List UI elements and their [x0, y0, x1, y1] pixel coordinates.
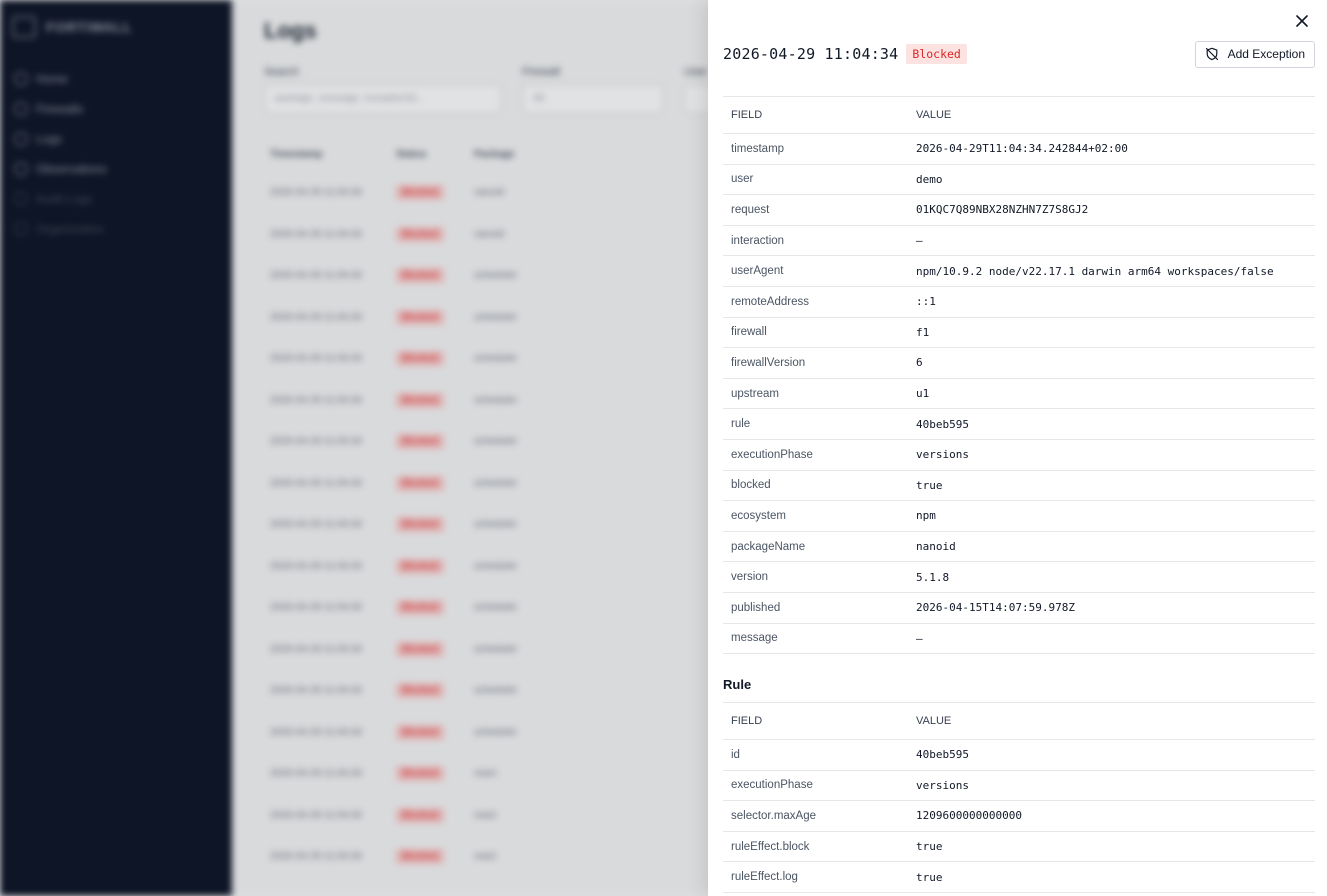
- log-fields-body: timestamp 2026-04-29T11:04:34.242844+02:0…: [723, 133, 1315, 655]
- field-value: true: [908, 831, 1315, 863]
- field-name: message: [723, 623, 908, 655]
- table-row: selector.maxAge 1209600000000000: [723, 800, 1315, 832]
- table-row: remoteAddress::1: [723, 286, 1315, 318]
- field-name: blocked: [723, 470, 908, 502]
- field-value: true: [908, 861, 1315, 893]
- field-name: ruleEffect.log: [723, 861, 908, 893]
- table-row: message –: [723, 623, 1315, 655]
- field-value: 40beb595: [908, 408, 1315, 440]
- column-header-field: FIELD: [723, 96, 908, 134]
- add-exception-button[interactable]: Add Exception: [1194, 40, 1315, 68]
- field-value: 01KQC7Q89NBX28NZHN7Z7S8GJ2: [908, 194, 1315, 226]
- rule-section-title: Rule: [723, 677, 752, 692]
- field-name: rule: [723, 408, 908, 440]
- field-name: user: [723, 164, 908, 196]
- field-name: request: [723, 194, 908, 226]
- field-name: ecosystem: [723, 500, 908, 532]
- field-name: packageName: [723, 531, 908, 563]
- table-row: executionPhase versions: [723, 439, 1315, 471]
- field-value: 2026-04-29T11:04:34.242844+02:00: [908, 133, 1315, 165]
- table-row: id 40beb595: [723, 739, 1315, 771]
- field-value: u1: [908, 378, 1315, 410]
- field-value: 1209600000000000: [908, 800, 1315, 832]
- field-value: f1: [908, 317, 1315, 349]
- close-icon: [1296, 15, 1308, 27]
- column-header-value: VALUE: [908, 96, 1315, 134]
- rule-fields-table: FIELD VALUE id 40beb595 executionPhase vers…: [723, 702, 1315, 893]
- table-row: firewall f1: [723, 317, 1315, 349]
- table-row: published 2026-04-15T14:07:59.978Z: [723, 592, 1315, 624]
- field-value: npm: [908, 500, 1315, 532]
- table-row: rule 40beb595: [723, 408, 1315, 440]
- shield-off-icon: [1205, 47, 1218, 61]
- field-value: true: [908, 470, 1315, 502]
- field-value: 40beb595: [908, 739, 1315, 771]
- field-value: ::1: [908, 286, 1315, 318]
- overlay-scrim[interactable]: [0, 0, 708, 896]
- drawer-title: 2026-04-29 11:04:34: [723, 45, 899, 63]
- table-row: ruleEffect.block true: [723, 831, 1315, 863]
- field-value: versions: [908, 770, 1315, 802]
- column-header-value: VALUE: [908, 702, 1315, 740]
- rule-fields-body: id 40beb595 executionPhase versions selector…: [723, 739, 1315, 893]
- table-row: request 01KQC7Q89NBX28NZHN7Z7S8GJ2: [723, 194, 1315, 226]
- field-value: nanoid: [908, 531, 1315, 563]
- table-row: timestamp 2026-04-29T11:04:34.242844+02:0…: [723, 133, 1315, 165]
- table-row: executionPhase versions: [723, 770, 1315, 802]
- field-value: –: [908, 623, 1315, 655]
- field-value: versions: [908, 439, 1315, 471]
- field-name: id: [723, 739, 908, 771]
- field-name: executionPhase: [723, 439, 908, 471]
- table-row: upstream u1: [723, 378, 1315, 410]
- log-detail-drawer: 2026-04-29 11:04:34 Blocked Add Exceptio…: [708, 0, 1327, 896]
- field-value: demo: [908, 164, 1315, 196]
- column-header-field: FIELD: [723, 702, 908, 740]
- add-exception-label: Add Exception: [1227, 47, 1305, 61]
- drawer-header: 2026-04-29 11:04:34 Blocked Add Exceptio…: [723, 40, 1315, 68]
- table-header-row: FIELD VALUE: [723, 702, 1315, 740]
- table-row: interaction –: [723, 225, 1315, 257]
- table-row: user demo: [723, 164, 1315, 196]
- field-name: upstream: [723, 378, 908, 410]
- table-header-row: FIELD VALUE: [723, 96, 1315, 134]
- field-name: userAgent: [723, 255, 908, 287]
- field-name: selector.maxAge: [723, 800, 908, 832]
- status-badge: Blocked: [906, 44, 967, 64]
- field-name: executionPhase: [723, 770, 908, 802]
- field-value: 5.1.8: [908, 561, 1315, 593]
- field-name: firewallVersion: [723, 347, 908, 379]
- field-name: version: [723, 561, 908, 593]
- table-row: ruleEffect.log true: [723, 861, 1315, 893]
- field-value: npm/10.9.2 node/v22.17.1 darwin arm64 wo…: [908, 255, 1315, 287]
- table-row: packageName nanoid: [723, 531, 1315, 563]
- field-name: ruleEffect.block: [723, 831, 908, 863]
- field-value: 6: [908, 347, 1315, 379]
- table-row: firewallVersion 6: [723, 347, 1315, 379]
- field-name: interaction: [723, 225, 908, 257]
- table-row: version 5.1.8: [723, 561, 1315, 593]
- field-name: remoteAddress: [723, 286, 908, 318]
- close-button[interactable]: [1293, 12, 1311, 30]
- table-row: ecosystem npm: [723, 500, 1315, 532]
- field-value: –: [908, 225, 1315, 257]
- field-name: firewall: [723, 317, 908, 349]
- field-name: timestamp: [723, 133, 908, 165]
- table-row: blocked true: [723, 470, 1315, 502]
- field-value: 2026-04-15T14:07:59.978Z: [908, 592, 1315, 624]
- field-name: published: [723, 592, 908, 624]
- log-fields-table: FIELD VALUE timestamp 2026-04-29T11:04:34…: [723, 96, 1315, 655]
- table-row: userAgent npm/10.9.2 node/v22.17.1 darwin…: [723, 255, 1315, 287]
